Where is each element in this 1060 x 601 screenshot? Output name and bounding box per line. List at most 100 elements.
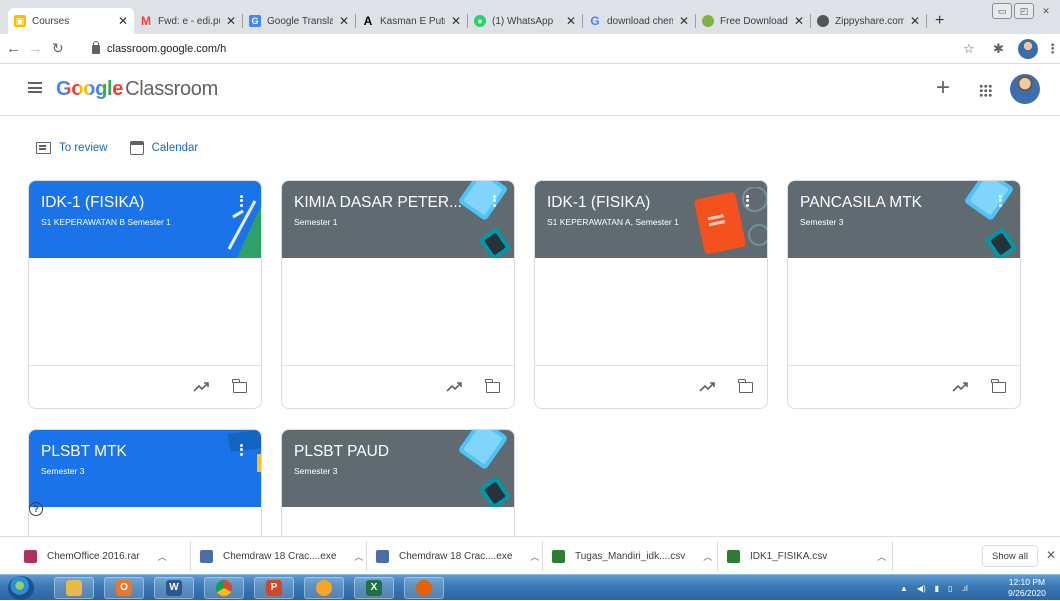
new-tab-button[interactable]: + — [935, 12, 944, 30]
download-item[interactable]: Chemdraw 18 Crac....exe ︿ — [200, 537, 363, 575]
taskbar-app-explorer[interactable] — [54, 577, 94, 599]
maximize-window-button[interactable]: ◰ — [1014, 3, 1034, 19]
course-title[interactable]: PLSBT PAUD — [294, 443, 469, 461]
classroom-logo[interactable]: Google Classroom — [56, 78, 218, 101]
tab-google-search[interactable]: G download chem ✕ — [583, 8, 695, 34]
google-apps-icon[interactable] — [979, 84, 992, 97]
chevron-up-icon[interactable]: ︿ — [158, 550, 167, 563]
windows-taskbar: O W P X ▲ ◀) ▮ ▯ .ıl 12:10 PM 9/26/2020 — [0, 574, 1060, 600]
download-item[interactable]: ChemOffice 2016.rar ︿ — [24, 537, 167, 575]
tab-close-icon[interactable]: ✕ — [339, 14, 349, 28]
taskbar-app-outlook[interactable]: O — [104, 577, 144, 599]
course-banner[interactable]: PANCASILA MTK Semester 3 — [788, 181, 1020, 258]
trending-up-icon[interactable] — [699, 381, 715, 393]
course-card[interactable]: IDK-1 (FISIKA) S1 KEPERAWATAN B Semester… — [28, 180, 262, 409]
course-card[interactable]: KIMIA DASAR PETER... Semester 1 — [281, 180, 515, 409]
course-title[interactable]: PLSBT MTK — [41, 443, 216, 461]
exe-file-icon — [200, 549, 213, 563]
course-banner[interactable]: PLSBT PAUD Semester 3 — [282, 430, 514, 507]
download-item[interactable]: Tugas_Mandiri_idk....csv ︿ — [552, 537, 712, 575]
taskbar-app-powerpoint[interactable]: P — [254, 577, 294, 599]
course-more-options-icon[interactable] — [235, 193, 247, 211]
browser-menu-icon[interactable]: ⋮ — [1046, 41, 1059, 57]
chevron-up-icon[interactable]: ︿ — [703, 550, 712, 563]
minimize-window-button[interactable]: ▭ — [992, 3, 1012, 19]
browser-tabstrip: ▣ Courses ✕ M Fwd: e - edi.put ✕ G Googl… — [0, 0, 1060, 34]
course-more-options-icon[interactable] — [488, 193, 500, 211]
browser-profile-avatar[interactable] — [1018, 39, 1038, 59]
account-avatar[interactable] — [1010, 74, 1040, 104]
calendar-label: Calendar — [151, 142, 199, 154]
tab-close-icon[interactable]: ✕ — [679, 14, 689, 28]
tab-academia[interactable]: A Kasman E Putra ✕ — [356, 8, 467, 34]
course-banner[interactable]: KIMIA DASAR PETER... Semester 1 — [282, 181, 514, 258]
forward-arrow-icon[interactable]: → — [28, 40, 43, 57]
course-title[interactable]: IDK-1 (FISIKA) — [547, 194, 722, 212]
reload-icon[interactable]: ↻ — [52, 40, 64, 57]
taskbar-app-firefox[interactable] — [404, 577, 444, 599]
course-title[interactable]: KIMIA DASAR PETER... — [294, 194, 469, 212]
add-class-button[interactable]: + — [936, 74, 950, 102]
trending-up-icon[interactable] — [193, 381, 209, 393]
to-review-link[interactable]: To review — [36, 142, 108, 154]
course-more-options-icon[interactable] — [994, 193, 1006, 211]
signal-icon[interactable]: .ıl — [962, 584, 968, 593]
network-icon[interactable]: ▮ — [935, 584, 939, 593]
address-bar[interactable]: classroom.google.com/h — [92, 38, 942, 60]
tab-close-icon[interactable]: ✕ — [566, 14, 576, 28]
tab-zippyshare[interactable]: Zippyshare.com ✕ — [811, 8, 926, 34]
extensions-icon[interactable]: ✱ — [993, 41, 1004, 57]
tab-close-icon[interactable]: ✕ — [118, 14, 128, 28]
course-banner[interactable]: IDK-1 (FISIKA) S1 KEPERAWATAN A, Semeste… — [535, 181, 767, 258]
trending-up-icon[interactable] — [446, 381, 462, 393]
course-more-options-icon[interactable] — [741, 193, 753, 211]
trending-up-icon[interactable] — [952, 381, 968, 393]
tab-title: Free Download — [720, 15, 788, 27]
tab-free-download[interactable]: Free Download ✕ — [696, 8, 810, 34]
close-window-button[interactable]: ✕ — [1037, 3, 1055, 19]
start-button[interactable] — [8, 576, 34, 600]
volume-icon[interactable]: ◀) — [917, 584, 926, 593]
tab-close-icon[interactable]: ✕ — [794, 14, 804, 28]
tray-expand-icon[interactable]: ▲ — [900, 584, 908, 593]
folder-icon[interactable] — [738, 379, 753, 393]
taskbar-app-word[interactable]: W — [154, 577, 194, 599]
back-arrow-icon[interactable]: ← — [6, 40, 21, 57]
course-title[interactable]: IDK-1 (FISIKA) — [41, 194, 216, 212]
bookmark-star-icon[interactable]: ☆ — [963, 41, 975, 57]
tab-whatsapp[interactable]: ● (1) WhatsApp ✕ — [468, 8, 582, 34]
tab-gmail[interactable]: M Fwd: e - edi.put ✕ — [134, 8, 242, 34]
system-clock[interactable]: 12:10 PM 9/26/2020 — [1008, 577, 1046, 599]
folder-icon[interactable] — [232, 379, 247, 393]
close-shelf-icon[interactable]: ✕ — [1046, 548, 1056, 562]
taskbar-app-orange[interactable] — [304, 577, 344, 599]
taskbar-app-excel[interactable]: X — [354, 577, 394, 599]
course-card[interactable]: PLSBT MTK Semester 3 — [28, 429, 262, 549]
chevron-up-icon[interactable]: ︿ — [530, 550, 539, 563]
download-item[interactable]: Chemdraw 18 Crac....exe ︿ — [376, 537, 539, 575]
help-icon[interactable]: ? — [29, 502, 43, 516]
course-banner[interactable]: IDK-1 (FISIKA) S1 KEPERAWATAN B Semester… — [29, 181, 261, 258]
course-banner[interactable]: PLSBT MTK Semester 3 — [29, 430, 261, 507]
tab-close-icon[interactable]: ✕ — [910, 14, 920, 28]
course-card[interactable]: IDK-1 (FISIKA) S1 KEPERAWATAN A, Semeste… — [534, 180, 768, 409]
folder-icon[interactable] — [485, 379, 500, 393]
battery-icon[interactable]: ▯ — [948, 584, 952, 593]
course-card[interactable]: PLSBT PAUD Semester 3 — [281, 429, 515, 549]
tab-close-icon[interactable]: ✕ — [226, 14, 236, 28]
taskbar-app-chrome[interactable] — [204, 577, 244, 599]
calendar-link[interactable]: Calendar — [129, 141, 199, 155]
chevron-up-icon[interactable]: ︿ — [354, 550, 363, 563]
tab-courses[interactable]: ▣ Courses ✕ — [8, 8, 134, 34]
download-item[interactable]: IDK1_FISIKA.csv ︿ — [727, 537, 886, 575]
course-title[interactable]: PANCASILA MTK — [800, 194, 975, 212]
chevron-up-icon[interactable]: ︿ — [877, 550, 886, 563]
tab-translate[interactable]: G Google Transla ✕ — [243, 8, 355, 34]
folder-icon[interactable] — [991, 379, 1006, 393]
course-card[interactable]: PANCASILA MTK Semester 3 — [787, 180, 1021, 409]
tab-close-icon[interactable]: ✕ — [451, 14, 461, 28]
hamburger-menu-icon[interactable] — [28, 82, 42, 93]
course-section: Semester 1 — [294, 217, 338, 227]
course-more-options-icon[interactable] — [235, 442, 247, 460]
show-all-downloads-button[interactable]: Show all — [982, 545, 1038, 567]
